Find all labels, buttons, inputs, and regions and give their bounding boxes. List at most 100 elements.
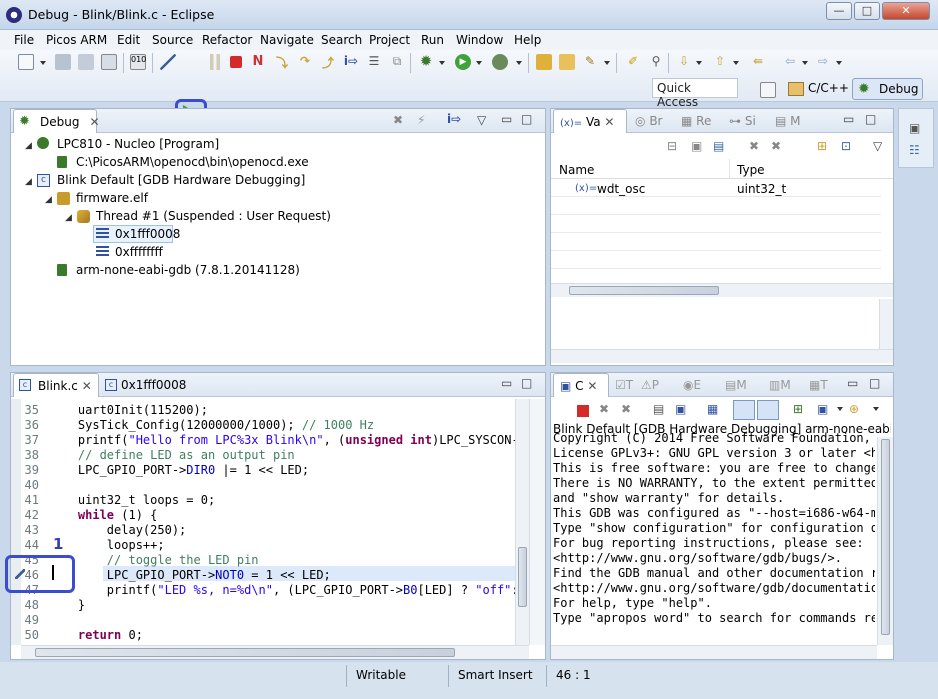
overview-ruler[interactable] (529, 399, 545, 645)
chevron-down-icon[interactable] (439, 61, 445, 65)
tree-item-label[interactable]: 0xffffffff (115, 245, 163, 259)
tab-signals[interactable]: ⊶ Si (723, 109, 762, 133)
chevron-down-icon[interactable] (836, 61, 842, 65)
back-icon[interactable]: ⇦ (782, 54, 798, 70)
code-line[interactable]: 40 (11, 478, 531, 493)
close-icon[interactable]: ✕ (604, 115, 614, 129)
scroll-thumb[interactable] (35, 648, 455, 657)
word-wrap-icon[interactable]: ▦ (707, 402, 718, 416)
scroll-thumb[interactable] (518, 547, 527, 607)
menu-picos-arm[interactable]: Picos ARM (46, 33, 107, 47)
forward-icon[interactable]: ⇨ (815, 54, 831, 70)
code-line[interactable]: 35 uart0Init(115200); (11, 403, 531, 418)
clear-console-icon[interactable]: ▤ (653, 402, 664, 416)
console-vscrollbar[interactable] (877, 437, 893, 645)
variable-name[interactable]: wdt_osc (597, 182, 645, 196)
pin-icon[interactable]: ⚲ (648, 54, 664, 70)
close-button[interactable]: ✕ (882, 2, 930, 20)
layout-icon[interactable]: ▣ (691, 139, 702, 153)
scroll-lock-icon[interactable]: ▣ (675, 402, 686, 416)
minimize-view-icon[interactable]: ▭ (501, 376, 512, 390)
tab-executables[interactable]: ◉E (677, 373, 707, 397)
editor-vscrollbar[interactable] (515, 399, 529, 645)
collapse-all-icon[interactable]: ⊟ (667, 139, 677, 153)
show-console-stderr-toggle[interactable] (757, 400, 779, 420)
status-insert-mode[interactable]: Smart Insert (458, 668, 533, 686)
debug-gear-icon[interactable]: ✹ (418, 54, 434, 70)
code-line[interactable]: 48 } (11, 598, 531, 613)
menu-source[interactable]: Source (152, 33, 193, 47)
open-perspective-icon[interactable] (760, 82, 776, 98)
code-line[interactable]: 41 uint32_t loops = 0; (11, 493, 531, 508)
drop-to-frame-icon[interactable]: ☰ (366, 54, 382, 70)
tree-item-label[interactable]: C:\PicosARM\openocd\bin\openocd.exe (76, 155, 309, 169)
use-step-filters-icon[interactable]: ⧉ (389, 54, 405, 70)
show-console-stdout-toggle[interactable] (733, 400, 755, 420)
code-line[interactable]: 39 LPC_GPIO_PORT->DIR0 |= 1 << LED; (11, 463, 531, 478)
skip-breakpoints-icon[interactable] (160, 54, 176, 70)
console-hscrollbar[interactable] (551, 645, 877, 659)
tree-item[interactable]: ◢ (65, 209, 72, 223)
maximize-button[interactable]: □ (854, 2, 880, 20)
tab-memory[interactable]: ▤ M (769, 109, 807, 133)
last-edit-location-icon[interactable]: ⇚ (750, 54, 766, 70)
detail-hscrollbar[interactable] (551, 349, 893, 363)
disconnect-icon[interactable]: N (250, 54, 266, 70)
pin-console-icon[interactable]: ⊞ (793, 402, 803, 416)
chevron-down-icon[interactable] (696, 61, 702, 65)
terminate-icon[interactable] (230, 56, 242, 68)
menu-window[interactable]: Window (456, 33, 503, 47)
variable-type[interactable]: uint32_t (737, 182, 786, 196)
terminate-icon[interactable] (577, 405, 589, 417)
run-icon[interactable]: ▶ (455, 54, 471, 70)
tree-item-label[interactable]: arm-none-eabi-gdb (7.8.1.20141128) (76, 263, 300, 277)
outline-icon[interactable]: ☷ (909, 143, 920, 157)
binary-icon[interactable]: 010 (130, 54, 146, 70)
menu-navigate[interactable]: Navigate (260, 33, 314, 47)
save-icon[interactable] (55, 54, 71, 70)
pin-view-icon[interactable]: ⊡ (841, 139, 851, 153)
tab-problems[interactable]: ⚠P (635, 373, 665, 397)
code-line[interactable]: 43 delay(250); (11, 523, 531, 538)
code-line[interactable]: 42 while (1) { (11, 508, 531, 523)
close-icon[interactable]: ✕ (587, 379, 597, 393)
editor-hscrollbar[interactable] (21, 645, 529, 659)
step-over-icon[interactable]: ↷ (297, 54, 313, 70)
connect-icon[interactable]: ⚡ (417, 113, 425, 127)
tab-registers[interactable]: ▦ Re (675, 109, 717, 133)
highlighter-icon[interactable]: ✐ (625, 54, 641, 70)
minimize-view-icon[interactable]: ▭ (847, 376, 858, 390)
menu-help[interactable]: Help (514, 33, 541, 47)
tree-item-label[interactable]: 0x1fff0008 (115, 227, 180, 241)
menu-search[interactable]: Search (321, 33, 362, 47)
tab-memory[interactable]: ▤M (719, 373, 753, 397)
view-menu-icon[interactable]: ▽ (477, 113, 486, 127)
menu-run[interactable]: Run (421, 33, 444, 47)
code-line[interactable]: 36 SysTick_Config(12000000/1000); // 100… (11, 418, 531, 433)
code-line[interactable]: 37 printf("Hello from LPC%3x Blink\n", (… (11, 433, 531, 448)
print-icon[interactable] (101, 54, 117, 70)
chevron-down-icon[interactable] (802, 61, 808, 65)
code-area[interactable]: 35 uart0Init(115200); 36 SysTick_Config(1… (11, 403, 526, 645)
open-folder-icon[interactable] (559, 54, 575, 70)
restore-icon[interactable]: ▣ (909, 121, 920, 135)
save-all-icon[interactable] (78, 54, 94, 70)
tree-item[interactable]: ◢ (45, 191, 52, 205)
column-header-type[interactable]: Type (737, 163, 765, 177)
new-icon[interactable] (18, 54, 34, 70)
column-header-name[interactable]: Name (559, 163, 594, 177)
chevron-down-icon[interactable] (604, 61, 610, 65)
tree-item[interactable]: ◢ (25, 137, 32, 151)
columns-icon[interactable]: ▤ (713, 139, 724, 153)
remove-all-icon[interactable]: ✖ (621, 402, 631, 416)
remove-terminated-icon[interactable]: ✖ (393, 113, 403, 127)
variables-hscrollbar[interactable] (551, 283, 893, 297)
chevron-down-icon[interactable] (476, 61, 482, 65)
tree-item[interactable]: ◢ (25, 173, 32, 187)
code-line[interactable]: 44 loops++; (11, 538, 531, 553)
tab-modules[interactable]: ▥M (763, 373, 797, 397)
display-console-icon[interactable]: ▣ (817, 402, 828, 416)
view-menu-icon[interactable]: ▽ (873, 139, 882, 153)
tree-item-label[interactable]: Blink Default [GDB Hardware Debugging] (57, 173, 305, 187)
close-icon[interactable]: ✕ (89, 115, 99, 129)
